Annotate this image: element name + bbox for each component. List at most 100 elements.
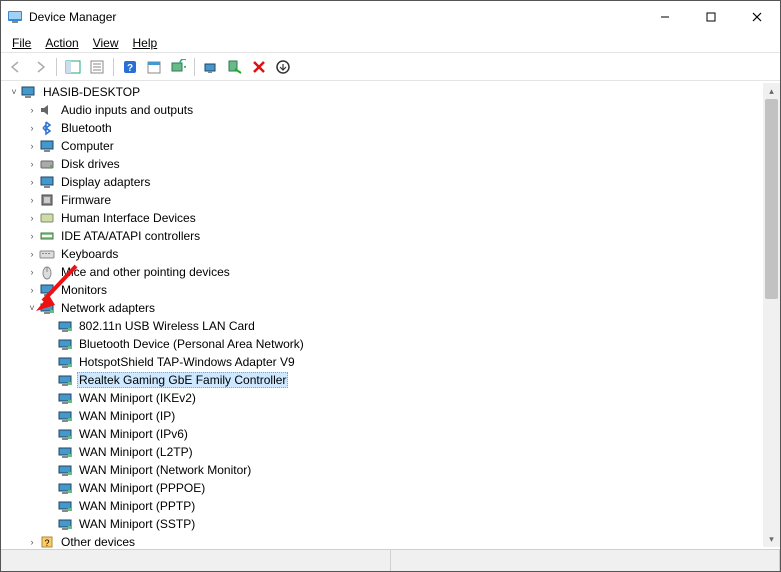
chevron-right-icon[interactable]: ›: [25, 283, 39, 297]
tree-item-label: HotspotShield TAP-Windows Adapter V9: [77, 355, 297, 369]
menubar: File Action View Help: [1, 33, 780, 53]
tree-item-label: 802.11n USB Wireless LAN Card: [77, 319, 257, 333]
tree-root[interactable]: ˅ HASIB-DESKTOP: [5, 83, 780, 101]
app-icon: [7, 9, 23, 25]
svg-text:?: ?: [127, 63, 133, 74]
tree-item[interactable]: › Human Interface Devices: [23, 209, 780, 227]
menu-action[interactable]: Action: [38, 35, 85, 51]
close-button[interactable]: [734, 1, 780, 33]
expander-placeholder: [43, 517, 57, 531]
chevron-right-icon[interactable]: ›: [25, 535, 39, 549]
tree-item[interactable]: WAN Miniport (PPPOE): [41, 479, 780, 497]
disable-device-button[interactable]: [224, 56, 246, 78]
chevron-right-icon[interactable]: ›: [25, 157, 39, 171]
tree-item[interactable]: WAN Miniport (IKEv2): [41, 389, 780, 407]
scrollbar-thumb[interactable]: [765, 99, 778, 299]
scroll-down-icon[interactable]: ▾: [763, 531, 780, 547]
show-hide-tree-button[interactable]: [62, 56, 84, 78]
chevron-right-icon[interactable]: ›: [25, 121, 39, 135]
back-button[interactable]: [5, 56, 27, 78]
tree-item[interactable]: WAN Miniport (Network Monitor): [41, 461, 780, 479]
uninstall-device-button[interactable]: [248, 56, 270, 78]
tree-item-label: Other devices: [59, 535, 137, 549]
scroll-up-icon[interactable]: ▴: [763, 83, 780, 99]
svg-text:?: ?: [44, 538, 49, 548]
action-properties-button[interactable]: [143, 56, 165, 78]
network-icon: [57, 462, 73, 478]
expander-placeholder: [43, 373, 57, 387]
chevron-right-icon[interactable]: ›: [25, 193, 39, 207]
forward-button[interactable]: [29, 56, 51, 78]
tree-item[interactable]: WAN Miniport (SSTP): [41, 515, 780, 533]
chevron-right-icon[interactable]: ›: [25, 103, 39, 117]
tree-item[interactable]: ›Mice and other pointing devices: [23, 263, 780, 281]
expander-placeholder: [43, 427, 57, 441]
properties-button[interactable]: [86, 56, 108, 78]
tree-item[interactable]: ›Disk drives: [23, 155, 780, 173]
expander-placeholder: [43, 463, 57, 477]
expander-placeholder: [43, 499, 57, 513]
tree-item[interactable]: HotspotShield TAP-Windows Adapter V9: [41, 353, 780, 371]
chevron-right-icon[interactable]: ›: [25, 211, 39, 225]
disk-icon: [39, 156, 55, 172]
tree-item[interactable]: › IDE ATA/ATAPI controllers: [23, 227, 780, 245]
more-actions-button[interactable]: [272, 56, 294, 78]
tree-item[interactable]: ›Computer: [23, 137, 780, 155]
chevron-right-icon[interactable]: ›: [25, 175, 39, 189]
tree-item-label: Monitors: [59, 283, 109, 297]
tree-item[interactable]: 802.11n USB Wireless LAN Card: [41, 317, 780, 335]
expander-placeholder: [43, 481, 57, 495]
tree-item-label: WAN Miniport (IP): [77, 409, 177, 423]
minimize-button[interactable]: [642, 1, 688, 33]
statusbar: [1, 549, 780, 571]
update-driver-button[interactable]: [200, 56, 222, 78]
chevron-right-icon[interactable]: ›: [25, 139, 39, 153]
window-controls: [642, 1, 780, 33]
tree-item[interactable]: Realtek Gaming GbE Family Controller: [41, 371, 780, 389]
tree-item-label: WAN Miniport (IPv6): [77, 427, 190, 441]
tree-item[interactable]: ›? Other devices: [23, 533, 780, 549]
chevron-right-icon[interactable]: ›: [25, 265, 39, 279]
device-tree[interactable]: ˅ HASIB-DESKTOP › Audio inputs and output…: [1, 81, 780, 549]
tree-item[interactable]: WAN Miniport (IPv6): [41, 425, 780, 443]
maximize-button[interactable]: [688, 1, 734, 33]
tree-item-label: Bluetooth: [59, 121, 114, 135]
tree-item-label: Human Interface Devices: [59, 211, 198, 225]
tree-item-label: WAN Miniport (L2TP): [77, 445, 195, 459]
network-icon: [57, 426, 73, 442]
tree-item-label: Audio inputs and outputs: [59, 103, 195, 117]
tree-item-label: Bluetooth Device (Personal Area Network): [77, 337, 306, 351]
vertical-scrollbar[interactable]: ▴ ▾: [763, 83, 780, 547]
tree-item[interactable]: WAN Miniport (L2TP): [41, 443, 780, 461]
chevron-down-icon[interactable]: ˅: [25, 301, 39, 315]
other-icon: ?: [39, 534, 55, 549]
tree-item[interactable]: WAN Miniport (IP): [41, 407, 780, 425]
chevron-down-icon[interactable]: ˅: [7, 85, 21, 99]
tree-item[interactable]: ›Display adapters: [23, 173, 780, 191]
network-icon: [57, 408, 73, 424]
tree-item-label: Network adapters: [59, 301, 157, 315]
chip-icon: [39, 192, 55, 208]
tree-item-label: IDE ATA/ATAPI controllers: [59, 229, 202, 243]
tree-item[interactable]: Bluetooth Device (Personal Area Network): [41, 335, 780, 353]
tree-item[interactable]: ›Keyboards: [23, 245, 780, 263]
tree-item[interactable]: › Monitors: [23, 281, 780, 299]
network-icon: [57, 336, 73, 352]
tree-item[interactable]: WAN Miniport (PPTP): [41, 497, 780, 515]
tree-item-label: WAN Miniport (IKEv2): [77, 391, 198, 405]
tree-item[interactable]: › Audio inputs and outputs: [23, 101, 780, 119]
scan-hardware-button[interactable]: [167, 56, 189, 78]
tree-item[interactable]: › Bluetooth: [23, 119, 780, 137]
tree-item-label: WAN Miniport (PPPOE): [77, 481, 207, 495]
chevron-right-icon[interactable]: ›: [25, 247, 39, 261]
chevron-right-icon[interactable]: ›: [25, 229, 39, 243]
help-button[interactable]: ?: [119, 56, 141, 78]
tree-item[interactable]: ›Firmware: [23, 191, 780, 209]
menu-file[interactable]: File: [5, 35, 38, 51]
bluetooth-icon: [39, 120, 55, 136]
tree-item[interactable]: ˅ Network adapters: [23, 299, 780, 317]
menu-view[interactable]: View: [86, 35, 126, 51]
network-icon: [57, 390, 73, 406]
menu-help[interactable]: Help: [126, 35, 165, 51]
network-icon: [57, 354, 73, 370]
